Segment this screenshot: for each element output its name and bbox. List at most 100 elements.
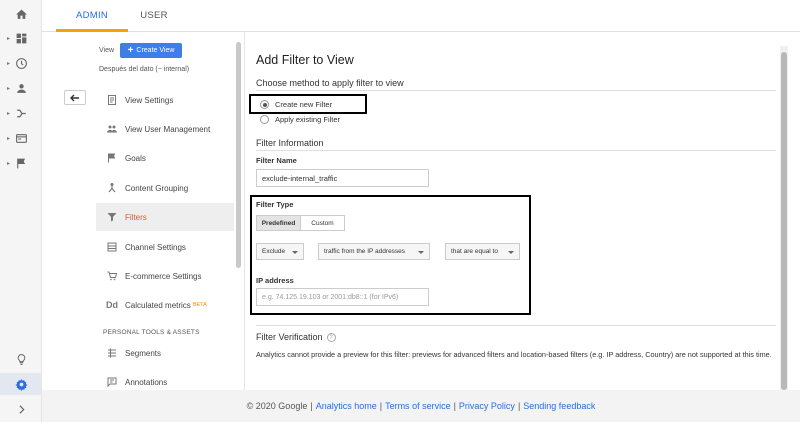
link-terms[interactable]: Terms of service (385, 401, 451, 411)
flag-icon (108, 153, 116, 163)
admin-nav[interactable] (0, 373, 42, 395)
menu-label: Channel Settings (125, 242, 186, 252)
verification-heading-text: Filter Verification (256, 332, 323, 342)
select-value: Exclude (262, 248, 286, 255)
realtime-nav[interactable]: ▸ (0, 52, 42, 74)
menu-goals[interactable]: Goals (96, 144, 234, 172)
verification-heading: Filter Verification? (256, 332, 336, 343)
beta-badge: BETA (192, 302, 207, 308)
radio-label: Create new Filter (275, 100, 333, 109)
menu-label: Filters (125, 212, 147, 222)
toggle-predefined[interactable]: Predefined (257, 216, 301, 230)
include-exclude-select[interactable]: Exclude (256, 243, 304, 260)
radio-selected-icon (260, 100, 269, 109)
dropdown-arrow-icon (508, 251, 514, 254)
toggle-custom[interactable]: Custom (301, 216, 344, 230)
copyright: © 2020 Google (246, 401, 308, 411)
dropdown-arrow-icon (418, 251, 424, 254)
flag-icon (16, 158, 25, 168)
customization-nav[interactable]: ▸ (0, 27, 42, 49)
discover-nav[interactable] (0, 348, 42, 370)
view-selector[interactable]: Después del dato (− internal) (99, 66, 189, 73)
conversions-nav[interactable]: ▸ (0, 152, 42, 174)
link-feedback[interactable]: Sending feedback (523, 401, 595, 411)
link-analytics-home[interactable]: Analytics home (316, 401, 377, 411)
menu-ecommerce-settings[interactable]: E-commerce Settings (96, 262, 234, 290)
select-value: traffic from the IP addresses (324, 248, 406, 255)
condition-select[interactable]: that are equal to (445, 243, 520, 260)
divider (256, 90, 776, 91)
chevron-right-icon (18, 404, 25, 414)
filter-name-label: Filter Name (256, 156, 297, 165)
divider (256, 150, 776, 151)
filter-info-heading: Filter Information (256, 138, 324, 148)
tab-user[interactable]: USER (128, 0, 180, 32)
menu-label: Goals (125, 153, 146, 163)
grouping-icon (108, 183, 116, 193)
segments-icon (108, 348, 116, 358)
method-heading: Choose method to apply filter to view (256, 78, 404, 88)
footer: © 2020 Google | Analytics home | Terms o… (42, 390, 800, 422)
channel-icon (107, 242, 117, 252)
view-label: View (99, 47, 115, 54)
menu-label: E-commerce Settings (125, 271, 202, 281)
personal-tools-heading: PERSONAL TOOLS & ASSETS (103, 329, 200, 336)
create-view-label: Create View (136, 47, 175, 54)
menu-label: Segments (125, 348, 162, 358)
audience-nav[interactable]: ▸ (0, 77, 42, 99)
ip-address-label: IP address (256, 276, 294, 285)
verification-text: Analytics cannot provide a preview for t… (256, 350, 772, 359)
ip-address-input[interactable]: e.g. 74.125.19.103 or 2001:db8::1 (for I… (256, 288, 429, 306)
view-column-scrollbar[interactable] (236, 42, 241, 268)
menu-label: View Settings (125, 95, 174, 105)
left-nav-rail: ▸ ▸ ▸ ▸ ▸ ▸ (0, 0, 42, 422)
menu-label: Annotations (125, 377, 168, 387)
filter-icon (107, 213, 117, 222)
menu-channel-settings[interactable]: Channel Settings (96, 233, 234, 261)
create-view-button[interactable]: + Create View (120, 43, 182, 58)
behavior-nav[interactable]: ▸ (0, 127, 42, 149)
radio-label: Apply existing Filter (275, 115, 341, 124)
select-value: that are equal to (451, 248, 498, 255)
menu-label: Calculated metrics (125, 300, 191, 310)
annotation-icon (107, 377, 117, 388)
cart-icon (107, 271, 118, 281)
menu-view-settings[interactable]: View Settings (96, 86, 234, 114)
radio-apply-existing-filter[interactable]: Apply existing Filter (260, 115, 340, 124)
clock-icon (15, 57, 27, 69)
dropdown-arrow-icon (292, 251, 298, 254)
menu-filters[interactable]: Filters (96, 203, 234, 231)
acquisition-icon (16, 109, 26, 117)
tab-admin[interactable]: ADMIN (56, 0, 128, 32)
main-scrollbar[interactable] (781, 52, 787, 390)
acquisition-nav[interactable]: ▸ (0, 102, 42, 124)
home-nav[interactable] (0, 3, 42, 25)
help-icon[interactable]: ? (326, 333, 336, 343)
filter-name-input[interactable]: exclude-internal_traffic (256, 169, 429, 187)
link-privacy[interactable]: Privacy Policy (459, 401, 515, 411)
view-column: View + Create View Después del dato (− i… (56, 32, 244, 390)
back-button[interactable] (64, 90, 86, 105)
menu-content-grouping[interactable]: Content Grouping (96, 174, 234, 202)
radio-create-new-filter[interactable]: Create new Filter (260, 100, 332, 109)
expand-nav[interactable] (0, 398, 42, 420)
people-icon (107, 125, 117, 133)
menu-label: View User Management (125, 124, 211, 134)
menu-label: Content Grouping (125, 183, 189, 193)
divider (256, 325, 776, 326)
menu-view-user-management[interactable]: View User Management (96, 115, 234, 143)
menu-segments[interactable]: Segments (96, 339, 234, 367)
behavior-icon (15, 133, 27, 143)
top-tabs-bar: ADMIN USER (42, 0, 800, 32)
dd-icon: Dd (106, 300, 118, 310)
add-filter-panel: Add Filter to View Choose method to appl… (245, 32, 800, 390)
lightbulb-icon (17, 353, 25, 365)
page-title: Add Filter to View (256, 53, 354, 67)
home-icon (15, 9, 27, 19)
radio-unselected-icon (260, 115, 269, 124)
filter-type-toggle: Predefined Custom (256, 215, 345, 231)
traffic-source-select[interactable]: traffic from the IP addresses (318, 243, 430, 260)
menu-calculated-metrics[interactable]: Dd Calculated metrics BETA (96, 291, 234, 319)
filter-type-label: Filter Type (256, 200, 294, 209)
plus-icon: + (127, 44, 134, 56)
